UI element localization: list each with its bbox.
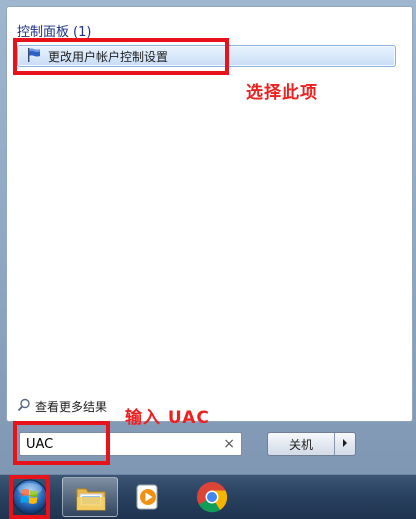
- highlight-start-button: [9, 475, 50, 519]
- media-player-icon: [134, 483, 162, 514]
- taskbar-item-media-player[interactable]: [120, 477, 176, 517]
- search-icon: [17, 398, 31, 415]
- taskbar-item-chrome[interactable]: [184, 477, 240, 517]
- chrome-icon: [196, 481, 228, 516]
- select-hint-text: 选择此项: [246, 83, 318, 103]
- see-more-results-link[interactable]: 查看更多结果: [17, 398, 107, 415]
- highlight-search-box: [13, 421, 110, 465]
- shutdown-button-group: 关机: [267, 432, 356, 456]
- taskbar: [0, 474, 416, 519]
- shutdown-button[interactable]: 关机: [268, 433, 335, 455]
- taskbar-item-explorer[interactable]: [62, 477, 118, 517]
- shutdown-options-button[interactable]: [335, 433, 355, 455]
- chevron-right-icon: [341, 437, 349, 451]
- folder-icon: [75, 483, 107, 516]
- highlight-result-box: [13, 38, 229, 75]
- see-more-label: 查看更多结果: [35, 400, 108, 414]
- clear-search-icon[interactable]: ×: [223, 436, 235, 452]
- input-hint-text: 输入 UAC: [125, 408, 210, 428]
